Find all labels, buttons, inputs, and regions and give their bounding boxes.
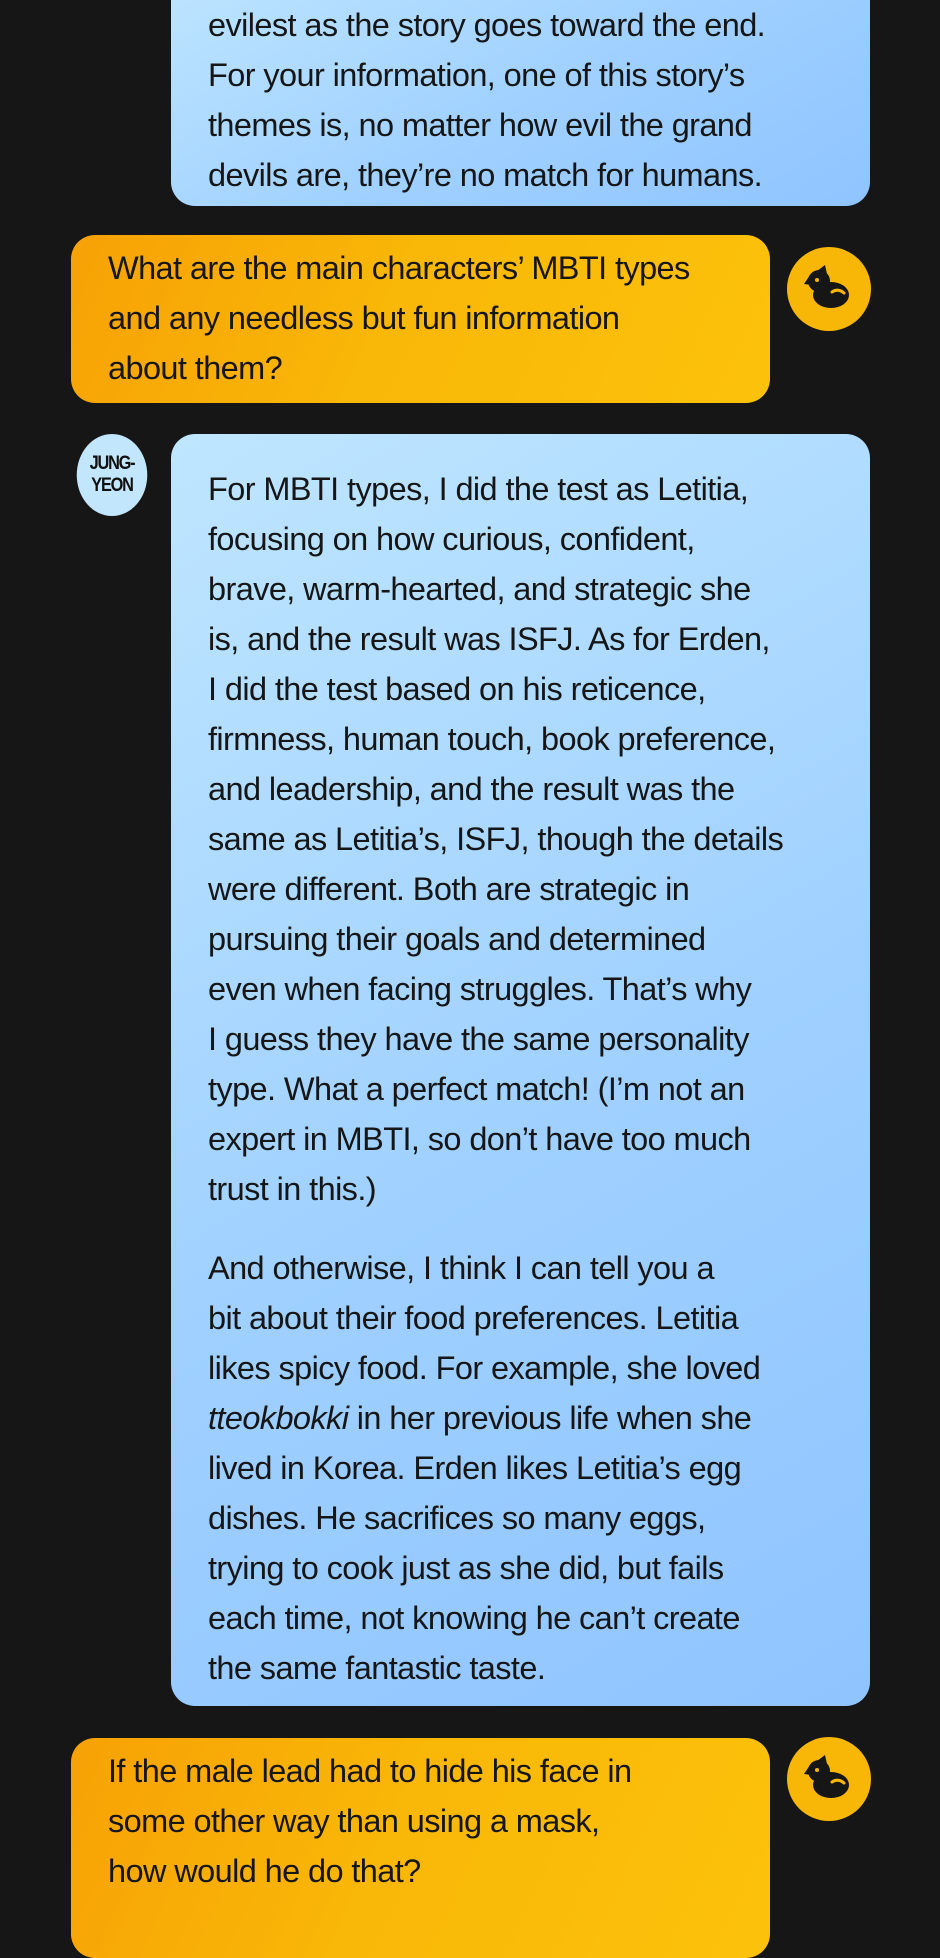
text-line: What are the main characters’ MBTI types [108,250,690,286]
text-line: brave, warm-hearted, and strategic she [208,571,751,607]
text-line: were different. Both are strategic in [208,871,690,907]
text-line: devils are, they’re no match for humans. [208,157,763,193]
text-line: some other way than using a mask, [108,1803,600,1839]
author-message-bubble: evilest as the story goes toward the end… [171,0,870,206]
text-line: dishes. He sacrifices so many eggs, [208,1500,706,1536]
text-line: For MBTI types, I did the test as Letiti… [208,471,749,507]
avatar-label: YEON [91,475,134,496]
message-text: evilest as the story goes toward the end… [208,0,870,200]
text-line: themes is, no matter how evil the grand [208,107,752,143]
text-line: tteokbokki in her previous life when she [208,1393,870,1443]
text-line: bit about their food preferences. Letiti… [208,1300,739,1336]
author-message-bubble: For MBTI types, I did the test as Letiti… [171,434,870,1706]
text-line: I did the test based on his reticence, [208,671,706,707]
author-avatar: JUNG- YEON [76,434,148,516]
text-line: likes spicy food. For example, she loved [208,1350,761,1386]
interviewer-avatar [787,1737,871,1821]
text-line: I guess they have the same personality [208,1021,749,1057]
text-line: trust in this.) [208,1171,377,1207]
text-line: about them? [108,350,283,386]
dog-icon [804,1755,849,1798]
text-line: and any needless but fun information [108,300,620,336]
text-line: For your information, one of this story’… [208,57,745,93]
text-line: pursuing their goals and determined [208,921,706,957]
text-line: expert in MBTI, so don’t have too much [208,1121,751,1157]
text-line: type. What a perfect match! (I’m not an [208,1071,745,1107]
text-line: evilest as the story goes toward the end… [208,7,766,43]
italic-term: tteokbokki [208,1400,349,1436]
text-line: firmness, human touch, book preference, [208,721,776,757]
text-line: how would he do that? [108,1853,421,1889]
message-paragraph: For MBTI types, I did the test as Letiti… [208,464,870,1214]
dog-icon [804,265,849,308]
interviewer-message-bubble: What are the main characters’ MBTI types… [71,235,770,403]
text-line: If the male lead had to hide his face in [108,1753,632,1789]
text-line: focusing on how curious, confident, [208,521,695,557]
avatar-label: JUNG- [89,453,136,474]
text-fragment: in her previous life when she [356,1400,752,1436]
message-text: If the male lead had to hide his face in… [108,1746,770,1896]
interviewer-message-bubble: If the male lead had to hide his face in… [71,1738,770,1958]
text-line: is, and the result was ISFJ. As for Erde… [208,621,770,657]
text-line: lived in Korea. Erden likes Letitia’s eg… [208,1450,742,1486]
message-text: What are the main characters’ MBTI types… [108,243,770,393]
interviewer-avatar [787,247,871,331]
text-line: same as Letitia’s, ISFJ, though the deta… [208,821,784,857]
text-line: even when facing struggles. That’s why [208,971,752,1007]
text-line: And otherwise, I think I can tell you a [208,1250,715,1286]
text-line: each time, not knowing he can’t create [208,1600,740,1636]
text-line: trying to cook just as she did, but fail… [208,1550,724,1586]
text-line: the same fantastic taste. [208,1650,546,1686]
text-line: and leadership, and the result was the [208,771,735,807]
message-paragraph: And otherwise, I think I can tell you a … [208,1243,870,1693]
